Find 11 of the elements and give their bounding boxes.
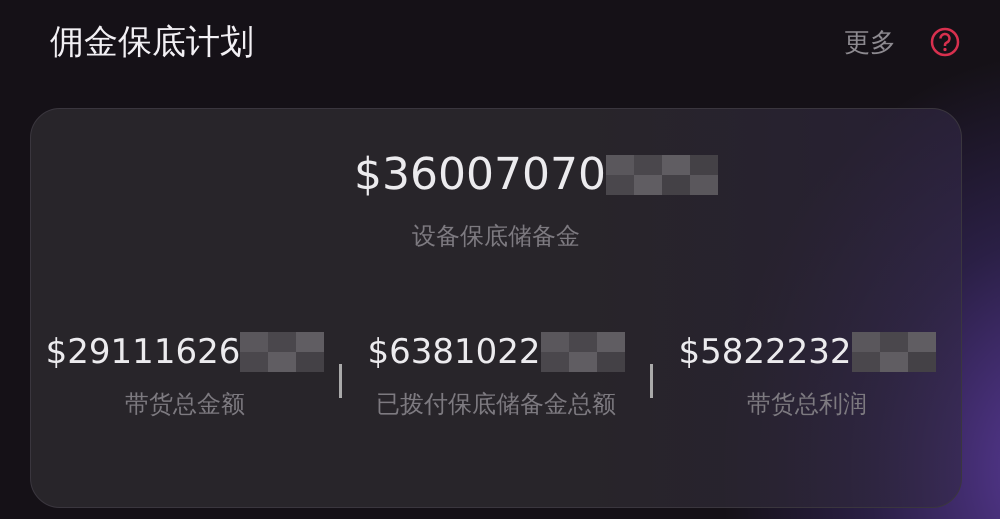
help-icon[interactable] bbox=[930, 27, 960, 57]
stat-amount: $5822232 bbox=[678, 332, 852, 372]
stat-label: 带货总金额 bbox=[125, 389, 245, 420]
stat-label: 已拨付保底储备金总额 bbox=[376, 389, 616, 420]
stat-amount: $6381022 bbox=[367, 332, 541, 372]
stat-amount: $29111626 bbox=[46, 332, 240, 372]
more-link[interactable]: 更多 bbox=[844, 24, 896, 60]
stat-label: 带货总利润 bbox=[747, 389, 867, 420]
reserve-amount: $36007070 bbox=[354, 149, 606, 200]
reserve-label: 设备保底储备金 bbox=[412, 221, 580, 252]
page-title: 佣金保底计划 bbox=[50, 21, 255, 64]
